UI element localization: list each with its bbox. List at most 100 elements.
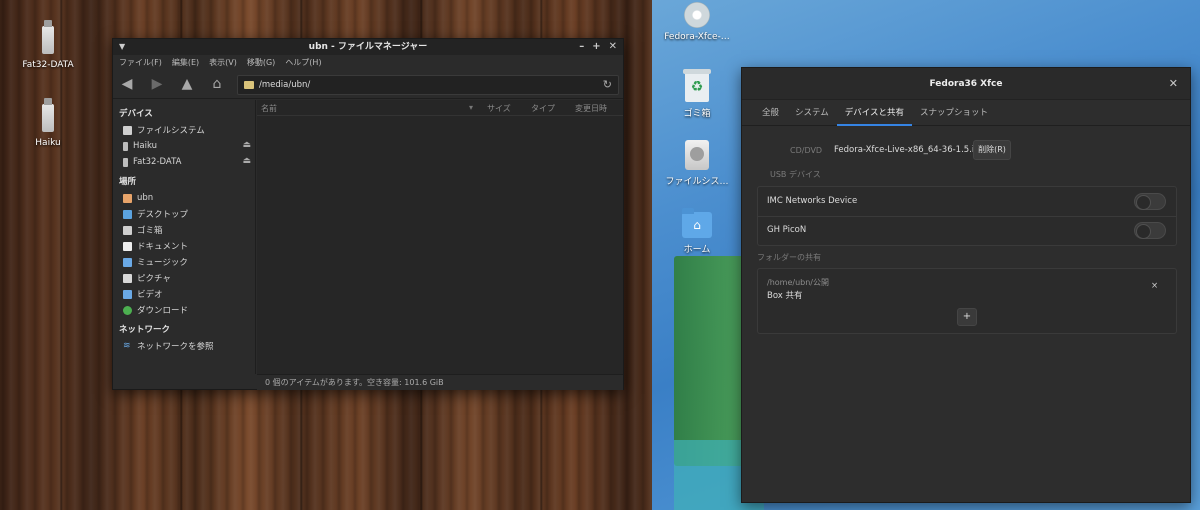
forward-arrow-icon[interactable]: ▶ xyxy=(149,76,165,92)
tab-system[interactable]: システム xyxy=(787,100,837,125)
desktop-icon-trash[interactable]: ♻ ゴミ箱 xyxy=(662,69,732,119)
desktop-icon-label: ファイルシス… xyxy=(665,177,729,187)
column-modified[interactable]: 変更日時 xyxy=(575,103,607,114)
status-bar: 0 個のアイテムがあります。空き容量: 101.6 GiB xyxy=(257,374,623,390)
sidebar-item-downloads[interactable]: ダウンロード xyxy=(113,302,255,318)
usb-device-list: IMC Networks Device GH PicoN xyxy=(757,186,1177,246)
eject-icon[interactable]: ⏏ xyxy=(242,156,251,166)
sidebar-item-haiku[interactable]: Haiku ⏏ xyxy=(113,138,255,154)
folder-icon xyxy=(244,81,254,89)
sidebar-header-network: ネットワーク xyxy=(119,325,171,335)
sidebar-item-videos[interactable]: ビデオ xyxy=(113,286,255,302)
location-path: /media/ubn/ xyxy=(259,80,311,90)
drive-icon xyxy=(123,125,132,135)
sidebar-header-places: 場所 xyxy=(119,177,137,187)
up-arrow-icon[interactable]: ▲ xyxy=(179,76,195,92)
sidebar-item-label: Fat32-DATA xyxy=(133,157,182,167)
sidebar-item-home[interactable]: ubn xyxy=(113,190,255,206)
back-arrow-icon[interactable]: ◀ xyxy=(119,76,135,92)
cd-label: CD/DVD xyxy=(790,146,823,155)
sidebar-item-documents[interactable]: ドキュメント xyxy=(113,238,255,254)
maximize-icon[interactable]: + xyxy=(592,39,600,55)
usb-drive-icon xyxy=(42,20,54,54)
wifi-icon: ≋ xyxy=(123,340,131,351)
sidebar-item-filesystem[interactable]: ファイルシステム xyxy=(113,122,255,138)
desktop-icon-home[interactable]: ⌂ ホーム xyxy=(662,208,732,255)
remove-share-icon[interactable]: × xyxy=(1151,281,1158,291)
shared-folder-name: Box 共有 xyxy=(767,291,803,301)
usb-device-label: GH PicoN xyxy=(767,225,807,235)
window-menu-icon[interactable]: ▼ xyxy=(119,39,125,55)
sort-arrow-icon: ▾ xyxy=(469,103,474,112)
home-icon[interactable]: ⌂ xyxy=(209,76,225,92)
close-icon[interactable]: ✕ xyxy=(609,39,617,55)
shared-folders-panel: /home/ubn/公開 Box 共有 × + xyxy=(757,268,1177,334)
home-icon xyxy=(123,193,132,203)
music-icon xyxy=(123,257,132,267)
sidebar-item-trash[interactable]: ゴミ箱 xyxy=(113,222,255,238)
sidebar-item-pictures[interactable]: ピクチャ xyxy=(113,270,255,286)
file-list[interactable]: 名前 ▾ サイズ タイプ 変更日時 xyxy=(257,100,623,374)
video-icon xyxy=(123,289,132,299)
sidebar-item-desktop[interactable]: デスクトップ xyxy=(113,206,255,222)
sidebar-item-label: ビデオ xyxy=(137,290,163,300)
desktop-icon-label: Fat32-DATA xyxy=(22,60,74,70)
sidebar-item-music[interactable]: ミュージック xyxy=(113,254,255,270)
home-folder-icon: ⌂ xyxy=(682,208,712,238)
window-titlebar[interactable]: Fedora36 Xfce ✕ xyxy=(742,68,1190,100)
window-title: Fedora36 Xfce xyxy=(929,79,1003,89)
menu-go[interactable]: 移動(G) xyxy=(247,57,275,68)
sidebar-item-label: ファイルシステム xyxy=(137,126,205,136)
menubar: ファイル(F) 編集(E) 表示(V) 移動(G) ヘルプ(H) xyxy=(113,55,623,69)
menu-help[interactable]: ヘルプ(H) xyxy=(285,57,321,68)
file-manager-window: ▼ ubn - ファイルマネージャー – + ✕ ファイル(F) 編集(E) 表… xyxy=(112,38,624,390)
vm-settings-window: Fedora36 Xfce ✕ 全般 システム デバイスと共有 スナップショット… xyxy=(741,67,1191,503)
remove-cd-button[interactable]: 削除(R) xyxy=(973,140,1011,160)
window-title: ubn - ファイルマネージャー xyxy=(308,42,428,52)
usb-header: USB デバイス xyxy=(770,170,821,179)
drive-icon xyxy=(685,140,709,170)
sidebar-item-label: Haiku xyxy=(133,141,158,151)
desktop-icon-fedora-iso[interactable]: Fedora-Xfce-… xyxy=(662,2,732,42)
tab-snapshots[interactable]: スナップショット xyxy=(912,100,996,125)
usb-icon xyxy=(123,157,128,167)
column-size[interactable]: サイズ xyxy=(487,103,511,114)
menu-edit[interactable]: 編集(E) xyxy=(172,57,199,68)
menu-view[interactable]: 表示(V) xyxy=(209,57,237,68)
trash-icon xyxy=(123,225,132,235)
desktop-icon-fat32[interactable]: Fat32-DATA xyxy=(8,20,88,70)
shared-folder-path: /home/ubn/公開 xyxy=(767,278,829,287)
sidebar-item-label: ネットワークを参照 xyxy=(137,342,214,352)
usb-device-toggle[interactable] xyxy=(1134,193,1166,210)
minimize-icon[interactable]: – xyxy=(579,39,584,55)
divider xyxy=(758,216,1176,217)
desktop-icon-filesystem[interactable]: ファイルシス… xyxy=(662,140,732,187)
column-name[interactable]: 名前 xyxy=(261,103,277,114)
sidebar-item-fat32[interactable]: Fat32-DATA ⏏ xyxy=(113,154,255,170)
tab-general[interactable]: 全般 xyxy=(754,100,787,125)
desktop-icon-label: Haiku xyxy=(35,138,61,148)
desktop-icon-haiku[interactable]: Haiku xyxy=(8,98,88,148)
column-type[interactable]: タイプ xyxy=(531,103,555,114)
sidebar-item-browse-network[interactable]: ≋ ネットワークを参照 xyxy=(113,338,255,354)
desktop-icon-label: Fedora-Xfce-… xyxy=(664,32,730,42)
location-bar[interactable]: /media/ubn/ ↻ xyxy=(237,75,619,95)
close-icon[interactable]: ✕ xyxy=(1169,68,1178,100)
trash-icon: ♻ xyxy=(683,69,711,102)
eject-icon[interactable]: ⏏ xyxy=(242,140,251,150)
menu-file[interactable]: ファイル(F) xyxy=(119,57,162,68)
sidebar-item-label: ダウンロード xyxy=(137,306,189,316)
add-share-button[interactable]: + xyxy=(957,308,977,326)
usb-drive-icon xyxy=(42,98,54,132)
usb-device-label: IMC Networks Device xyxy=(767,196,858,206)
tab-bar: 全般 システム デバイスと共有 スナップショット xyxy=(742,100,1190,126)
desktop-icon-label: ゴミ箱 xyxy=(683,109,711,119)
reload-icon[interactable]: ↻ xyxy=(603,78,612,91)
window-titlebar[interactable]: ▼ ubn - ファイルマネージャー – + ✕ xyxy=(113,39,623,55)
tab-devices-sharing[interactable]: デバイスと共有 xyxy=(836,100,913,126)
sidebar-item-label: ubn xyxy=(137,193,154,203)
sidebar-item-label: ゴミ箱 xyxy=(137,226,163,236)
usb-device-toggle[interactable] xyxy=(1134,222,1166,239)
disc-icon xyxy=(684,2,710,28)
document-icon xyxy=(123,241,132,251)
